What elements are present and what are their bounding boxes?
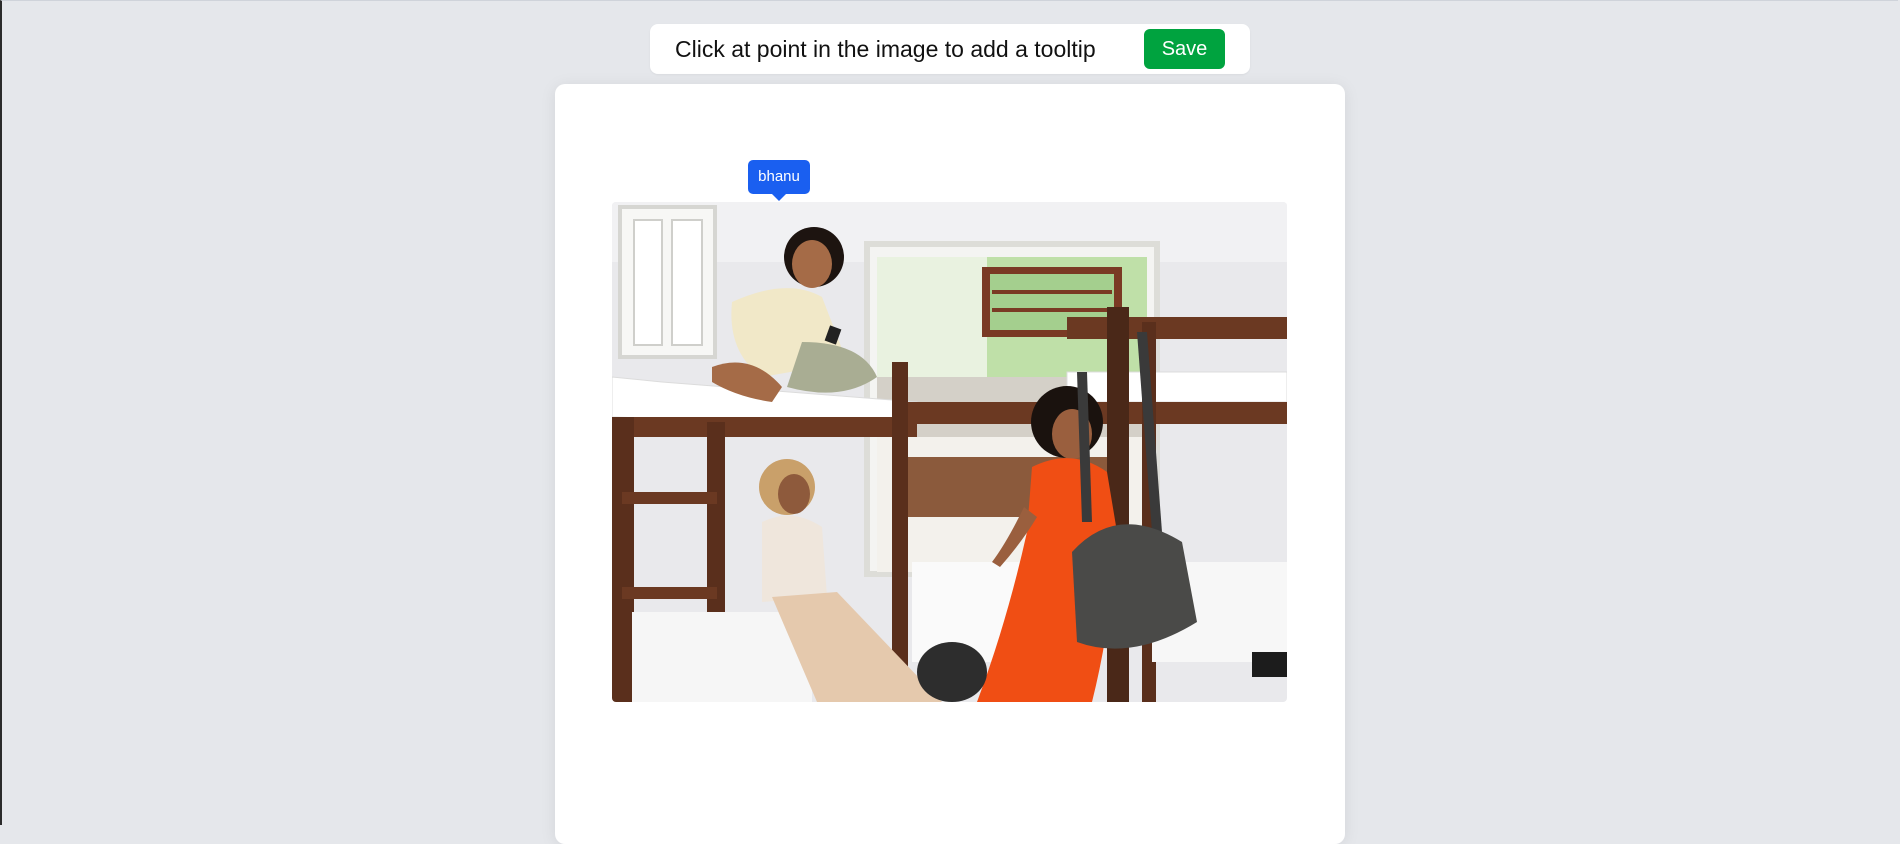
tooltip-label: bhanu [758,168,800,185]
tooltip-marker[interactable]: bhanu [748,160,810,201]
save-button[interactable]: Save [1144,29,1225,69]
tooltip-image-area[interactable] [612,202,1287,702]
room-photo[interactable] [612,202,1287,702]
instruction-bar: Click at point in the image to add a too… [650,24,1250,74]
image-card: bhanu [555,84,1345,844]
instruction-text: Click at point in the image to add a too… [675,36,1096,62]
tooltip-arrow-icon [772,194,786,201]
